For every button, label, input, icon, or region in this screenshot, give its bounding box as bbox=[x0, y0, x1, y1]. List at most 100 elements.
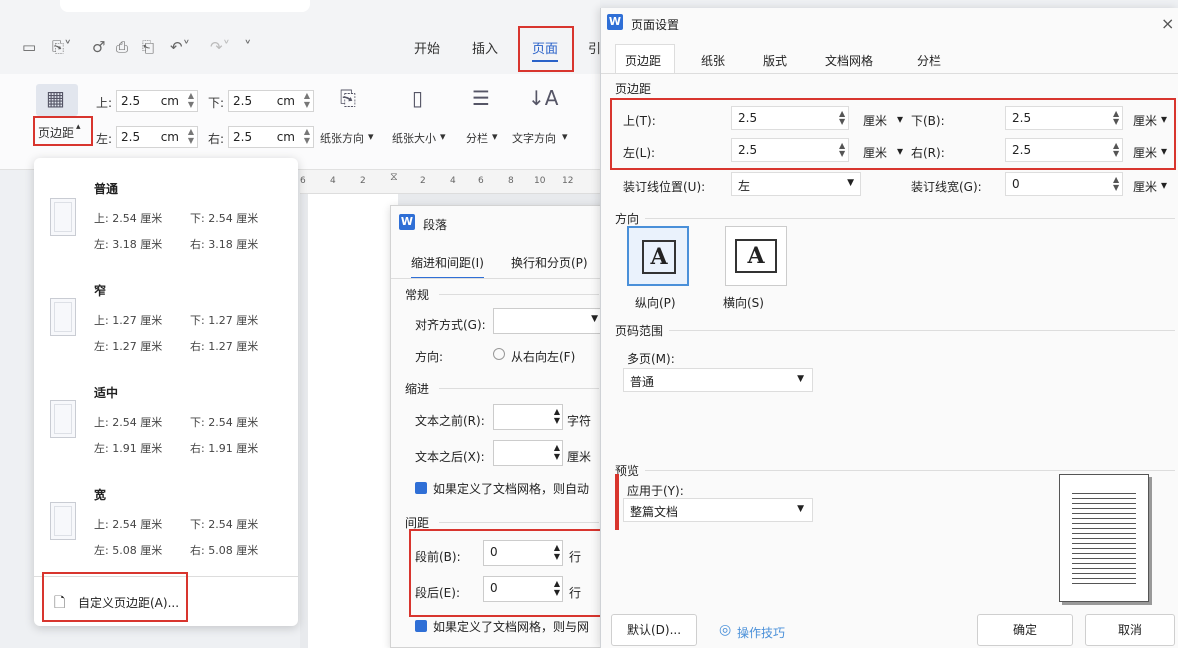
margin-grid-icon[interactable]: ▦ bbox=[46, 86, 65, 110]
after-spacing-input[interactable]: 0 ▲ ▼ bbox=[483, 576, 563, 602]
preset-narrow[interactable]: 窄 上: 1.27 厘米 下: 1.27 厘米 左: 1.27 厘米 右: 1.… bbox=[34, 274, 298, 374]
text-direction-arrow-icon[interactable]: ▾ bbox=[562, 130, 568, 143]
spin-arrows-icon[interactable]: ▲ ▼ bbox=[1113, 110, 1119, 126]
unit-dropdown-icon[interactable]: ▾ bbox=[897, 144, 903, 158]
right-margin-input[interactable]: 2.5 bbox=[1005, 138, 1123, 162]
more-icon[interactable]: ˅ bbox=[244, 38, 252, 56]
tab-home[interactable]: 开始 bbox=[414, 38, 440, 57]
paper-size-icon[interactable]: ▯ bbox=[412, 86, 423, 110]
portrait-option[interactable]: A bbox=[627, 226, 689, 286]
left-margin-input[interactable]: 2.5 bbox=[731, 138, 849, 162]
ribbon-bottom-input[interactable]: 2.5 cm ▲ ▼ bbox=[228, 90, 314, 112]
top-margin-input[interactable]: 2.5 bbox=[731, 106, 849, 130]
apply-to-select[interactable]: 整篇文档 ▼ bbox=[623, 498, 813, 522]
paper-size-arrow-icon[interactable]: ▾ bbox=[440, 130, 446, 143]
multiple-pages-select[interactable]: 普通 ▼ bbox=[623, 368, 813, 392]
rtl-label: 从右向左(F) bbox=[511, 350, 576, 364]
gutter-width-input[interactable]: 0 bbox=[1005, 172, 1123, 196]
before-text-input[interactable]: ▲ ▼ bbox=[493, 404, 563, 430]
gutter-position-select[interactable]: 左 ▼ bbox=[731, 172, 861, 196]
preset-name: 普通 bbox=[94, 182, 119, 196]
print-icon[interactable]: ⎙ bbox=[116, 38, 128, 56]
preset-wide[interactable]: 宽 上: 2.54 厘米 下: 2.54 厘米 左: 5.08 厘米 右: 5.… bbox=[34, 478, 298, 578]
spin-arrows-icon[interactable]: ▲ ▼ bbox=[1113, 176, 1119, 192]
unit-dropdown-icon[interactable]: ▾ bbox=[1161, 112, 1167, 126]
text-direction-icon[interactable]: ↓A bbox=[528, 86, 558, 110]
print-preview-icon[interactable]: ⎗ bbox=[142, 38, 154, 56]
tab-indent-spacing[interactable]: 缩进和间距(I) bbox=[411, 254, 484, 279]
custom-margins-item[interactable]: 🗋 自定义页边距(A)... bbox=[44, 586, 284, 616]
margin-button-label[interactable]: 页边距 bbox=[38, 124, 74, 141]
tab-layout[interactable]: 版式 bbox=[763, 52, 787, 69]
grid-checkbox[interactable] bbox=[415, 482, 427, 494]
preset-moderate[interactable]: 适中 上: 2.54 厘米 下: 2.54 厘米 左: 1.91 厘米 右: 1… bbox=[34, 376, 298, 476]
tab-page[interactable]: 页面 bbox=[532, 38, 559, 62]
undo-icon[interactable]: ↶˅ bbox=[170, 38, 190, 56]
spin-arrows-icon[interactable]: ▲ ▼ bbox=[188, 91, 194, 109]
margin-dropdown-icon[interactable]: ▴ bbox=[76, 122, 81, 132]
tab-line-page-breaks[interactable]: 换行和分页(P) bbox=[511, 254, 588, 271]
cancel-button[interactable]: 取消 bbox=[1085, 614, 1175, 646]
columns-arrow-icon[interactable]: ▾ bbox=[492, 130, 498, 143]
tips-link[interactable]: 操作技巧 bbox=[737, 624, 785, 641]
bottom-margin-input[interactable]: 2.5 bbox=[1005, 106, 1123, 130]
orientation-arrow-icon[interactable]: ▾ bbox=[368, 130, 374, 143]
columns-icon[interactable]: ☰ bbox=[472, 86, 490, 110]
grid-checkbox-2[interactable] bbox=[415, 620, 427, 632]
ok-button[interactable]: 确定 bbox=[977, 614, 1073, 646]
spin-arrows-icon[interactable]: ▲ ▼ bbox=[554, 543, 560, 561]
ribbon-top-input[interactable]: 2.5 cm ▲ ▼ bbox=[116, 90, 198, 112]
preset-value: 上: 2.54 厘米 bbox=[94, 212, 163, 225]
general-section: 常规 bbox=[405, 288, 430, 302]
preset-normal[interactable]: 普通 上: 2.54 厘米 下: 2.54 厘米 左: 3.18 厘米 右: 3… bbox=[34, 172, 298, 272]
tab-columns[interactable]: 分栏 bbox=[917, 52, 941, 69]
spin-arrows-icon[interactable]: ▲ ▼ bbox=[1113, 142, 1119, 158]
indent-marker-icon[interactable]: ⧖ bbox=[390, 170, 398, 184]
rtl-radio[interactable] bbox=[493, 348, 505, 360]
alignment-select[interactable]: ▼ bbox=[493, 308, 603, 334]
unit-dropdown-icon[interactable]: ▾ bbox=[1161, 178, 1167, 192]
unit-dropdown-icon[interactable]: ▾ bbox=[897, 112, 903, 126]
tab-paper[interactable]: 纸张 bbox=[701, 52, 725, 69]
dropdown-arrow-icon: ▼ bbox=[591, 314, 598, 324]
ribbon-left-input[interactable]: 2.5 cm ▲ ▼ bbox=[116, 126, 198, 148]
spin-arrows-icon[interactable]: ▲ ▼ bbox=[554, 579, 560, 597]
unit-dropdown-icon[interactable]: ▾ bbox=[1161, 144, 1167, 158]
text-direction-label[interactable]: 文字方向 bbox=[512, 130, 556, 146]
top-margin-unit: 厘米 bbox=[863, 114, 888, 128]
spin-arrows-icon[interactable]: ▲ ▼ bbox=[188, 127, 194, 145]
preset-thumbnail-icon bbox=[50, 298, 76, 336]
spin-arrows-icon[interactable]: ▲ ▼ bbox=[839, 142, 845, 158]
format-painter-icon[interactable]: ♂ bbox=[92, 38, 105, 56]
ribbon-right-label: 右: bbox=[208, 132, 225, 146]
orientation-icon[interactable]: ⎘ bbox=[340, 86, 356, 110]
landscape-label[interactable]: 横向(S) bbox=[723, 294, 764, 311]
spin-arrows-icon[interactable]: ▲ ▼ bbox=[304, 91, 310, 109]
default-button[interactable]: 默认(D)... bbox=[611, 614, 697, 646]
landscape-option[interactable]: A bbox=[725, 226, 787, 286]
left-margin-label: 左(L): bbox=[623, 146, 656, 160]
ribbon-right-input[interactable]: 2.5 cm ▲ ▼ bbox=[228, 126, 314, 148]
highlight-apply-to bbox=[615, 474, 619, 530]
redo-icon[interactable]: ↷˅ bbox=[210, 38, 230, 56]
tab-margins[interactable]: 页边距 bbox=[625, 52, 661, 69]
tab-doc-grid[interactable]: 文档网格 bbox=[825, 52, 873, 69]
after-text-input[interactable]: ▲ ▼ bbox=[493, 440, 563, 466]
paper-size-label[interactable]: 纸张大小 bbox=[392, 130, 436, 146]
page-range-section: 页码范围 bbox=[615, 324, 664, 338]
close-icon[interactable]: × bbox=[1161, 14, 1174, 33]
tab-insert[interactable]: 插入 bbox=[472, 38, 498, 57]
portrait-label[interactable]: 纵向(P) bbox=[635, 294, 676, 311]
save-icon[interactable]: ▭ bbox=[22, 38, 36, 56]
export-icon[interactable]: ⎘˅ bbox=[52, 38, 72, 56]
preview-page bbox=[1059, 474, 1149, 602]
spin-arrows-icon[interactable]: ▲ ▼ bbox=[839, 110, 845, 126]
columns-label[interactable]: 分栏 bbox=[466, 130, 488, 146]
spin-arrows-icon[interactable]: ▲ ▼ bbox=[304, 127, 310, 145]
spin-arrows-icon[interactable]: ▲ ▼ bbox=[554, 443, 560, 461]
tips-icon[interactable]: ◎ bbox=[719, 622, 731, 638]
document-page[interactable] bbox=[308, 194, 398, 648]
spin-arrows-icon[interactable]: ▲ ▼ bbox=[554, 407, 560, 425]
before-spacing-input[interactable]: 0 ▲ ▼ bbox=[483, 540, 563, 566]
orientation-label[interactable]: 纸张方向 bbox=[320, 130, 364, 146]
